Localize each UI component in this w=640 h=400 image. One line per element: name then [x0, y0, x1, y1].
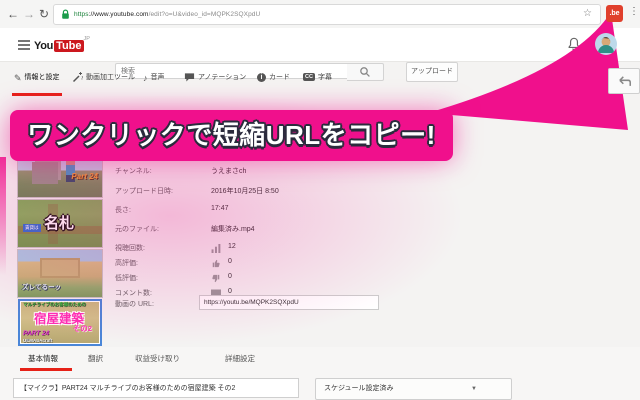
- channel-value: うえまさch: [211, 168, 247, 175]
- tab-label: 字幕: [317, 74, 332, 81]
- info-label: 動画の URL:: [115, 301, 154, 308]
- tab-label: アノテーション: [198, 74, 247, 81]
- url-host: ://www.youtube.com: [88, 11, 149, 18]
- tab-annotations[interactable]: アノテーション: [184, 72, 246, 88]
- thumbnail-art: [40, 258, 80, 278]
- logo-region-text: JP: [83, 36, 90, 42]
- youtube-header: YouTubeJP アップロード: [0, 28, 640, 82]
- schedule-dropdown[interactable]: スケジュール設定済み ▼: [315, 378, 512, 400]
- info-label: 視聴回数:: [115, 245, 145, 252]
- music-note-icon: ♪: [143, 73, 148, 83]
- thumb-up-icon: [212, 259, 220, 268]
- callout-glow-strip: [0, 157, 6, 275]
- tab-translations[interactable]: 翻訳: [88, 353, 103, 364]
- tab-monetization[interactable]: 収益受け取り: [135, 353, 180, 364]
- view-count-value: 12: [228, 243, 236, 250]
- duration-value: 17:47: [211, 205, 229, 212]
- thumbnail-logo-text: UEMASAcraft: [23, 338, 53, 343]
- hamburger-menu-icon[interactable]: [18, 40, 30, 50]
- browser-menu-icon[interactable]: ⋮: [629, 6, 639, 17]
- search-button[interactable]: [347, 63, 384, 81]
- thumbnail-art: [32, 162, 58, 184]
- search-icon: [360, 67, 370, 77]
- thumbnail-part-label: PART 24: [23, 330, 50, 337]
- info-label: 高評価:: [115, 260, 138, 267]
- back-icon[interactable]: ←: [7, 8, 19, 20]
- thumbnail-caption: Part 24: [71, 172, 98, 181]
- notifications-bell-icon[interactable]: [567, 37, 581, 51]
- like-count-value: 0: [228, 258, 232, 265]
- info-label: コメント数:: [115, 290, 152, 297]
- thumbnail-sub-title: その2: [72, 324, 92, 333]
- info-label: アップロード日時:: [115, 188, 173, 195]
- url-text: https://www.youtube.com/edit?o=U&video_i…: [74, 5, 260, 24]
- tab-subtitles[interactable]: CC 字幕: [303, 72, 332, 88]
- tab-label: 情報と設定: [24, 74, 60, 81]
- tab-audio[interactable]: ♪ 音声: [143, 72, 165, 88]
- account-avatar[interactable]: [595, 33, 617, 55]
- speech-bubble-icon: [184, 73, 195, 82]
- hamburger-bar: [18, 48, 30, 50]
- video-title-input[interactable]: [13, 378, 299, 398]
- thumbnail-caption: ズレてるーッ: [22, 284, 61, 291]
- info-label: 長さ:: [115, 207, 131, 214]
- tab-advanced-settings[interactable]: 詳細設定: [225, 353, 255, 364]
- active-tab-underline: [12, 93, 62, 96]
- bar-chart-icon: [211, 244, 221, 253]
- info-label: 低評価:: [115, 275, 138, 282]
- tab-enhancements[interactable]: 動画加工ツール: [72, 72, 135, 88]
- logo-you-text: You: [34, 40, 54, 52]
- video-list-item-4-selected[interactable]: マルチライブのお客様のための 宿屋建築 その2 PART 24 UEMASAcr…: [18, 299, 102, 346]
- tab-info-settings[interactable]: ✎ 情報と設定: [14, 72, 60, 88]
- screen: ← → ↻ https://www.youtube.com/edit?o=U&v…: [0, 0, 640, 400]
- magic-wand-icon: [72, 72, 84, 83]
- info-circle-icon: i: [257, 73, 266, 82]
- tab-basic-info[interactable]: 基本情報: [28, 353, 58, 364]
- tab-cards[interactable]: i カード: [257, 72, 290, 88]
- forward-icon[interactable]: →: [23, 8, 35, 20]
- youtube-logo[interactable]: You TubeJP: [34, 36, 90, 54]
- thumb-down-icon: [212, 274, 220, 283]
- callout-banner: ワンクリックで短縮URLをコピー!: [10, 110, 453, 161]
- url-path: /edit?o=U&video_id=MQPK2SQXpdU: [148, 11, 261, 18]
- short-url-field[interactable]: [199, 295, 379, 310]
- source-file-value: 編集済み.mp4: [211, 226, 255, 233]
- video-list-item-2[interactable]: 賃貸は 名札: [18, 200, 102, 247]
- reload-icon[interactable]: ↻: [39, 8, 49, 20]
- cc-icon: CC: [303, 73, 315, 81]
- active-bottom-tab-underline: [20, 368, 72, 371]
- return-arrow-icon: [619, 76, 631, 86]
- thumbnail-badge: 賃貸は: [23, 224, 41, 232]
- callout-text: ワンクリックで短縮URLをコピー!: [27, 120, 436, 150]
- info-label: 元のファイル:: [115, 226, 159, 233]
- tab-label: 動画加工ツール: [86, 74, 135, 81]
- dislike-count-value: 0: [228, 273, 232, 280]
- thumbnail-caption: 名札: [44, 215, 75, 232]
- return-to-video-button[interactable]: [608, 68, 640, 94]
- bookmark-star-icon[interactable]: ☆: [583, 8, 592, 20]
- tab-label: 音声: [150, 74, 165, 81]
- pencil-icon: ✎: [14, 73, 22, 83]
- url-protocol: https: [74, 11, 89, 18]
- chevron-down-icon: ▼: [471, 386, 477, 392]
- padlock-icon: [62, 9, 69, 19]
- upload-button[interactable]: アップロード: [406, 62, 458, 82]
- hamburger-bar: [18, 40, 30, 42]
- comment-count-value: 0: [228, 288, 232, 295]
- hamburger-bar: [18, 44, 30, 46]
- video-list-item-3[interactable]: ズレてるーッ: [18, 250, 102, 297]
- info-label: チャンネル:: [115, 168, 152, 175]
- browser-toolbar: ← → ↻ https://www.youtube.com/edit?o=U&v…: [0, 0, 640, 29]
- youtube-shortener-extension-icon[interactable]: .be: [606, 5, 623, 22]
- tab-label: カード: [269, 74, 290, 81]
- address-bar[interactable]: https://www.youtube.com/edit?o=U&video_i…: [53, 4, 601, 25]
- upload-date-value: 2016年10月25日 8:50: [211, 188, 279, 195]
- logo-tube-text: Tube: [54, 40, 84, 52]
- schedule-dropdown-value: スケジュール設定済み: [324, 385, 394, 392]
